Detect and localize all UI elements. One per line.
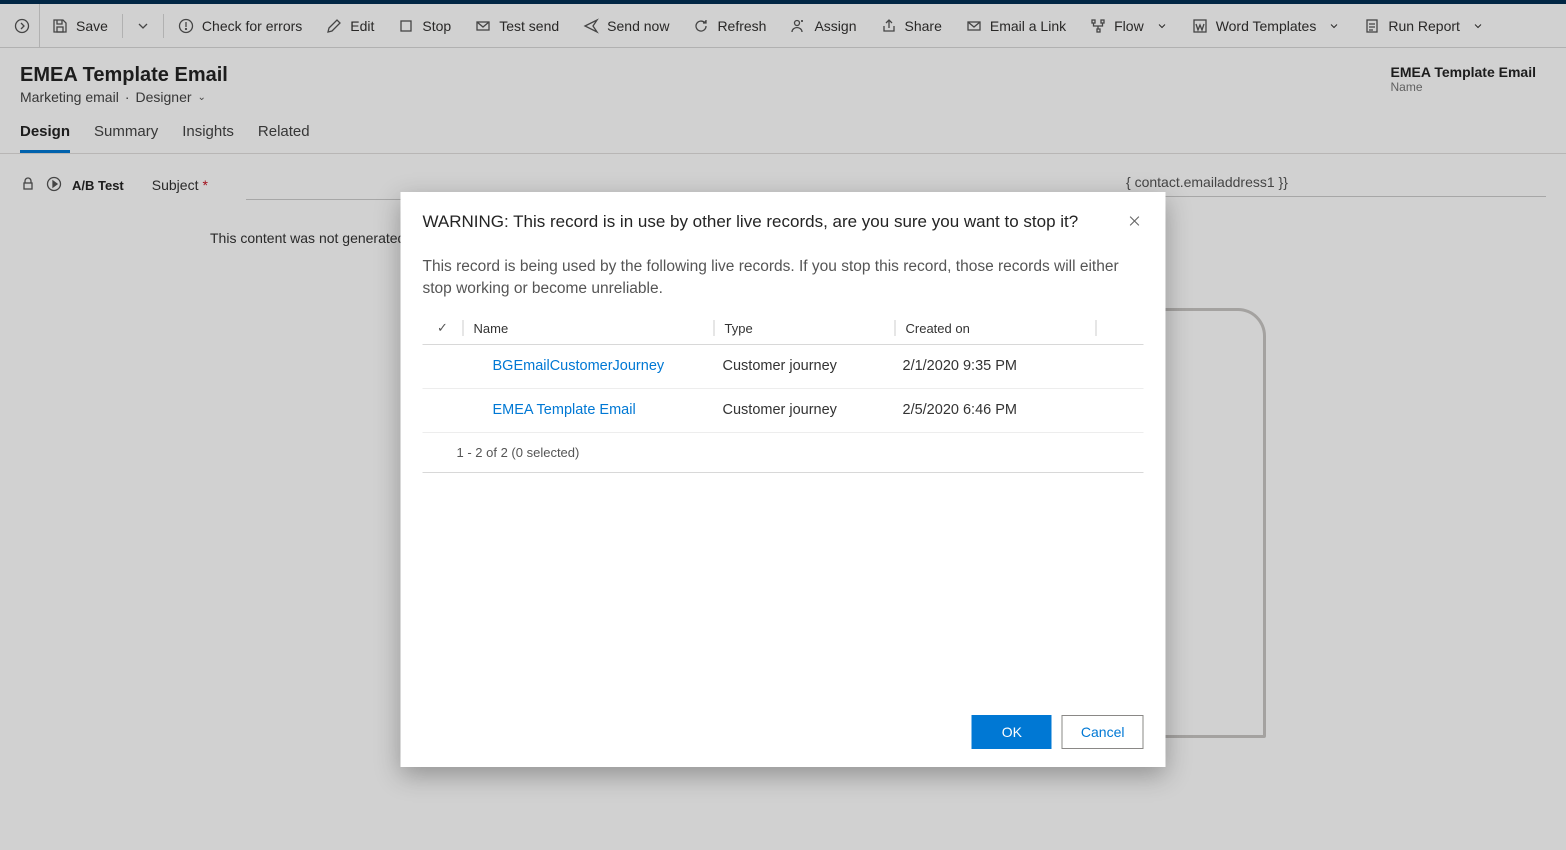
warning-dialog: WARNING: This record is in use by other … bbox=[401, 192, 1166, 767]
table-row[interactable]: EMEA Template Email Customer journey 2/5… bbox=[423, 389, 1144, 433]
record-created: 2/1/2020 9:35 PM bbox=[893, 358, 1093, 374]
dialog-title: WARNING: This record is in use by other … bbox=[423, 212, 1079, 232]
record-created: 2/5/2020 6:46 PM bbox=[893, 402, 1093, 418]
records-grid: ✓ Name Type Created on BGEmailCustomerJo… bbox=[423, 313, 1144, 473]
column-name[interactable]: Name bbox=[464, 321, 714, 336]
column-type[interactable]: Type bbox=[715, 321, 895, 336]
dialog-description: This record is being used by the followi… bbox=[423, 256, 1144, 301]
record-type: Customer journey bbox=[713, 402, 893, 418]
column-select[interactable]: ✓ bbox=[423, 320, 463, 336]
table-row[interactable]: BGEmailCustomerJourney Customer journey … bbox=[423, 345, 1144, 389]
record-type: Customer journey bbox=[713, 358, 893, 374]
close-button[interactable] bbox=[1126, 212, 1144, 234]
record-link[interactable]: EMEA Template Email bbox=[463, 402, 713, 418]
column-created[interactable]: Created on bbox=[896, 321, 1096, 336]
grid-footer: 1 - 2 of 2 (0 selected) bbox=[423, 433, 1144, 473]
record-link[interactable]: BGEmailCustomerJourney bbox=[463, 358, 713, 374]
ok-button[interactable]: OK bbox=[972, 715, 1052, 749]
close-icon bbox=[1128, 214, 1142, 228]
cancel-button[interactable]: Cancel bbox=[1062, 715, 1144, 749]
